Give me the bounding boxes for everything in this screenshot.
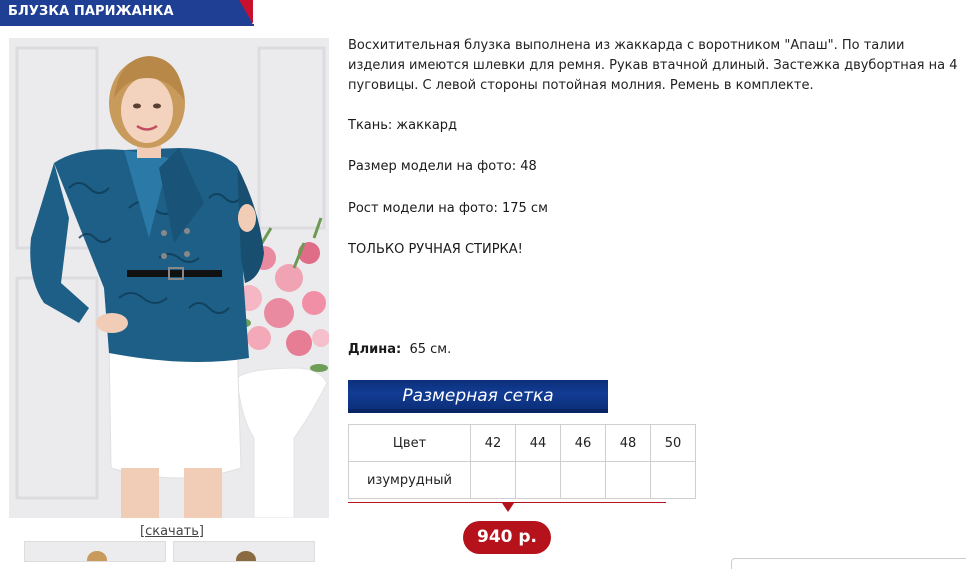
size-cell-46[interactable]: [560, 461, 606, 499]
color-column-header: Цвет: [348, 424, 471, 462]
product-description: Восхитительная блузка выполнена из жакка…: [348, 36, 963, 96]
model-height-info: Рост модели на фото: 175 см: [348, 201, 548, 216]
size-header-50: 50: [650, 424, 696, 462]
size-cell-50[interactable]: [650, 461, 696, 499]
length-info: Длина: 65 см.: [348, 342, 451, 357]
washing-instructions: ТОЛЬКО РУЧНАЯ СТИРКА!: [348, 242, 523, 257]
size-header-42: 42: [470, 424, 516, 462]
size-header-46: 46: [560, 424, 606, 462]
fabric-info: Ткань: жаккард: [348, 118, 458, 133]
title-corner-decoration: [239, 0, 253, 24]
size-chart-button-label: Размерная сетка: [402, 386, 554, 406]
down-arrow-icon: [502, 503, 514, 512]
bottom-right-panel: [731, 558, 966, 569]
size-table-header-row: Цвет 42 44 46 48 50: [348, 424, 696, 462]
size-cell-44[interactable]: [515, 461, 561, 499]
description-text: Восхитительная блузка выполнена из жакка…: [348, 38, 958, 93]
length-label: Длина:: [348, 342, 402, 357]
product-title-tab: БЛУЗКА ПАРИЖАНКА ЖАККАРД: [0, 0, 253, 43]
thumbnail-1[interactable]: [24, 541, 166, 562]
size-header-48: 48: [605, 424, 651, 462]
length-value: 65 см.: [409, 342, 452, 357]
download-link-wrapper: [скачать]: [140, 524, 204, 539]
product-photo-illustration: [9, 38, 329, 518]
color-name-cell: изумрудный: [348, 461, 471, 499]
thumbnail-2[interactable]: [173, 541, 315, 562]
title-underline: [0, 24, 254, 26]
size-chart-button[interactable]: Размерная сетка: [348, 380, 608, 413]
size-cell-48[interactable]: [605, 461, 651, 499]
download-link[interactable]: [скачать]: [140, 524, 204, 539]
thumbnail-2-image: [174, 542, 314, 561]
thumbnail-1-image: [25, 542, 165, 561]
price-badge: 940 р.: [463, 521, 551, 554]
size-header-44: 44: [515, 424, 561, 462]
table-row: изумрудный: [348, 461, 696, 499]
size-availability-table: Цвет 42 44 46 48 50 изумрудный: [348, 424, 696, 499]
size-cell-42[interactable]: [470, 461, 516, 499]
model-size-info: Размер модели на фото: 48: [348, 159, 537, 174]
product-photo[interactable]: [9, 38, 329, 518]
